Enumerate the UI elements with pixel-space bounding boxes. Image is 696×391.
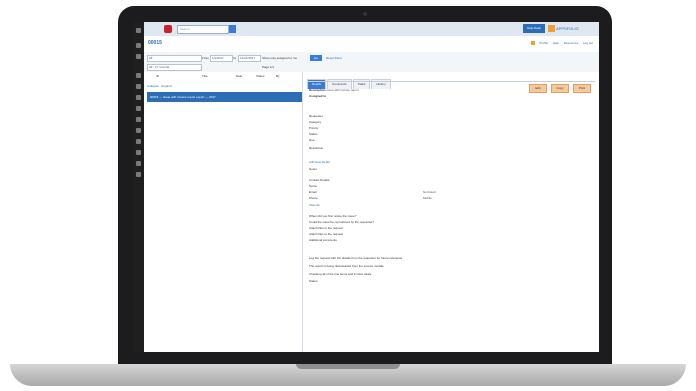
star-icon[interactable] [136, 172, 141, 177]
folder-icon[interactable] [136, 106, 141, 111]
field-assigned: Assigned to [309, 94, 327, 98]
home-icon[interactable] [136, 43, 141, 48]
question-4: Attach files to the request [309, 232, 343, 236]
webcam-icon [363, 12, 367, 16]
app-screen: Search Help Desk APPSFOLIO 00015 Profile… [133, 22, 599, 352]
page-title: 00015 [148, 40, 162, 46]
col-id[interactable]: ID [156, 74, 159, 78]
collapse-link[interactable]: Collapse [147, 84, 159, 88]
footer-line-3: Checking all of the line items and invoi… [309, 272, 372, 276]
reset-filters-link[interactable]: Reset filters [326, 56, 342, 60]
contact-name: Name [309, 184, 318, 188]
menu-icon[interactable] [136, 28, 141, 33]
notes-label: Notes [309, 167, 317, 171]
question-3: Attach files to the request [309, 226, 343, 230]
settings-icon[interactable] [136, 139, 141, 144]
col-status[interactable]: Status [256, 74, 265, 78]
detail-panel: Details Comments Tasks History Edit Copy Pr… [303, 72, 599, 352]
copy-button[interactable]: Copy [551, 84, 569, 93]
help-icon[interactable] [136, 150, 141, 155]
page-indicator: Page 1/1 [262, 65, 275, 69]
link-help[interactable]: Help [553, 41, 559, 45]
calendar-icon[interactable] [136, 73, 141, 78]
app-logo [164, 25, 172, 33]
user-icon[interactable] [136, 84, 141, 89]
list-icon[interactable] [136, 54, 141, 59]
brand-icon [548, 25, 555, 33]
contact-email: Email [309, 190, 317, 194]
footer-line-2: The report is being downloaded from the … [309, 264, 384, 268]
search-button[interactable] [229, 25, 236, 33]
detail-tabs: Details Comments Tasks History [307, 72, 392, 89]
chart-icon[interactable] [136, 95, 141, 100]
field-status: Status [309, 132, 318, 136]
link-resources[interactable]: Resources [564, 41, 578, 45]
edit-button[interactable]: Edit [529, 84, 547, 93]
contact-phone-extra: Mobile [423, 196, 432, 200]
question-2: Could the issue be reproduced by the req… [309, 220, 375, 224]
results-list: ID Title Date Status By Collapse · Expan… [144, 72, 303, 352]
link-logout[interactable]: Log out [583, 41, 593, 45]
expand-link[interactable]: Expand [161, 84, 171, 88]
icon-sidebar [133, 22, 144, 352]
brand-name: APPSFOLIO [556, 26, 579, 31]
contact-label: Contact Details [309, 178, 330, 182]
field-description: Description Issue with invoice report [309, 88, 359, 92]
field-due: Due [309, 138, 315, 142]
table-row[interactable]: 00015 — Issue with invoice report export… [147, 92, 302, 102]
to-label: To [233, 56, 237, 60]
search-input[interactable]: Search [177, 25, 229, 34]
footer-line-1: Log the request with the details from th… [309, 256, 403, 260]
field-requester: Requester [309, 114, 323, 118]
mail-icon[interactable] [136, 128, 141, 133]
to-date-input[interactable]: 12/31/2017 [238, 55, 261, 62]
document-icon[interactable] [136, 117, 141, 122]
contact-email-extra: Not listed [423, 190, 436, 194]
question-5: Additional comments [309, 238, 337, 242]
title-row: 00015 Profile Help Resources Log out [144, 36, 599, 52]
list-controls: Collapse · Expand [147, 84, 172, 88]
apply-filter-button[interactable]: Go [310, 55, 322, 61]
print-button[interactable]: Print [573, 84, 591, 93]
contact-phone: Phone [309, 196, 318, 200]
add-detail-link[interactable]: Add New Detail [309, 160, 330, 164]
tab-divider [307, 81, 595, 82]
footer-status: Status [309, 279, 318, 283]
field-resolution: Resolution [309, 146, 324, 150]
from-label: From [202, 56, 209, 60]
laptop-notch [296, 364, 400, 369]
help-desk-button[interactable]: Help Desk [523, 24, 545, 33]
field-priority: Priority [309, 126, 319, 130]
filter-bar: All From 1/1/2017 To 12/31/2017 Show onl… [144, 52, 599, 73]
from-date-input[interactable]: 1/1/2017 [210, 55, 233, 62]
title-links: Profile Help Resources Log out [527, 41, 593, 46]
brand-logo: APPSFOLIO [548, 24, 579, 34]
question-1: When did you first notice the issue? [309, 214, 357, 218]
notification-icon[interactable] [530, 41, 535, 46]
filter-field-1[interactable]: All [147, 55, 202, 62]
col-title[interactable]: Title [202, 74, 208, 78]
tag-icon[interactable] [136, 161, 141, 166]
col-date[interactable]: Date [236, 74, 242, 78]
link-profile[interactable]: Profile [539, 41, 548, 45]
view-all-link[interactable]: View All [309, 203, 319, 207]
assigned-checkbox-label[interactable]: Show only assigned to me [262, 56, 297, 60]
field-category: Category [309, 120, 322, 124]
filter-field-2[interactable]: All - 17 records [147, 64, 202, 71]
top-bar: Search Help Desk APPSFOLIO [144, 22, 599, 37]
col-by[interactable]: By [276, 74, 280, 78]
